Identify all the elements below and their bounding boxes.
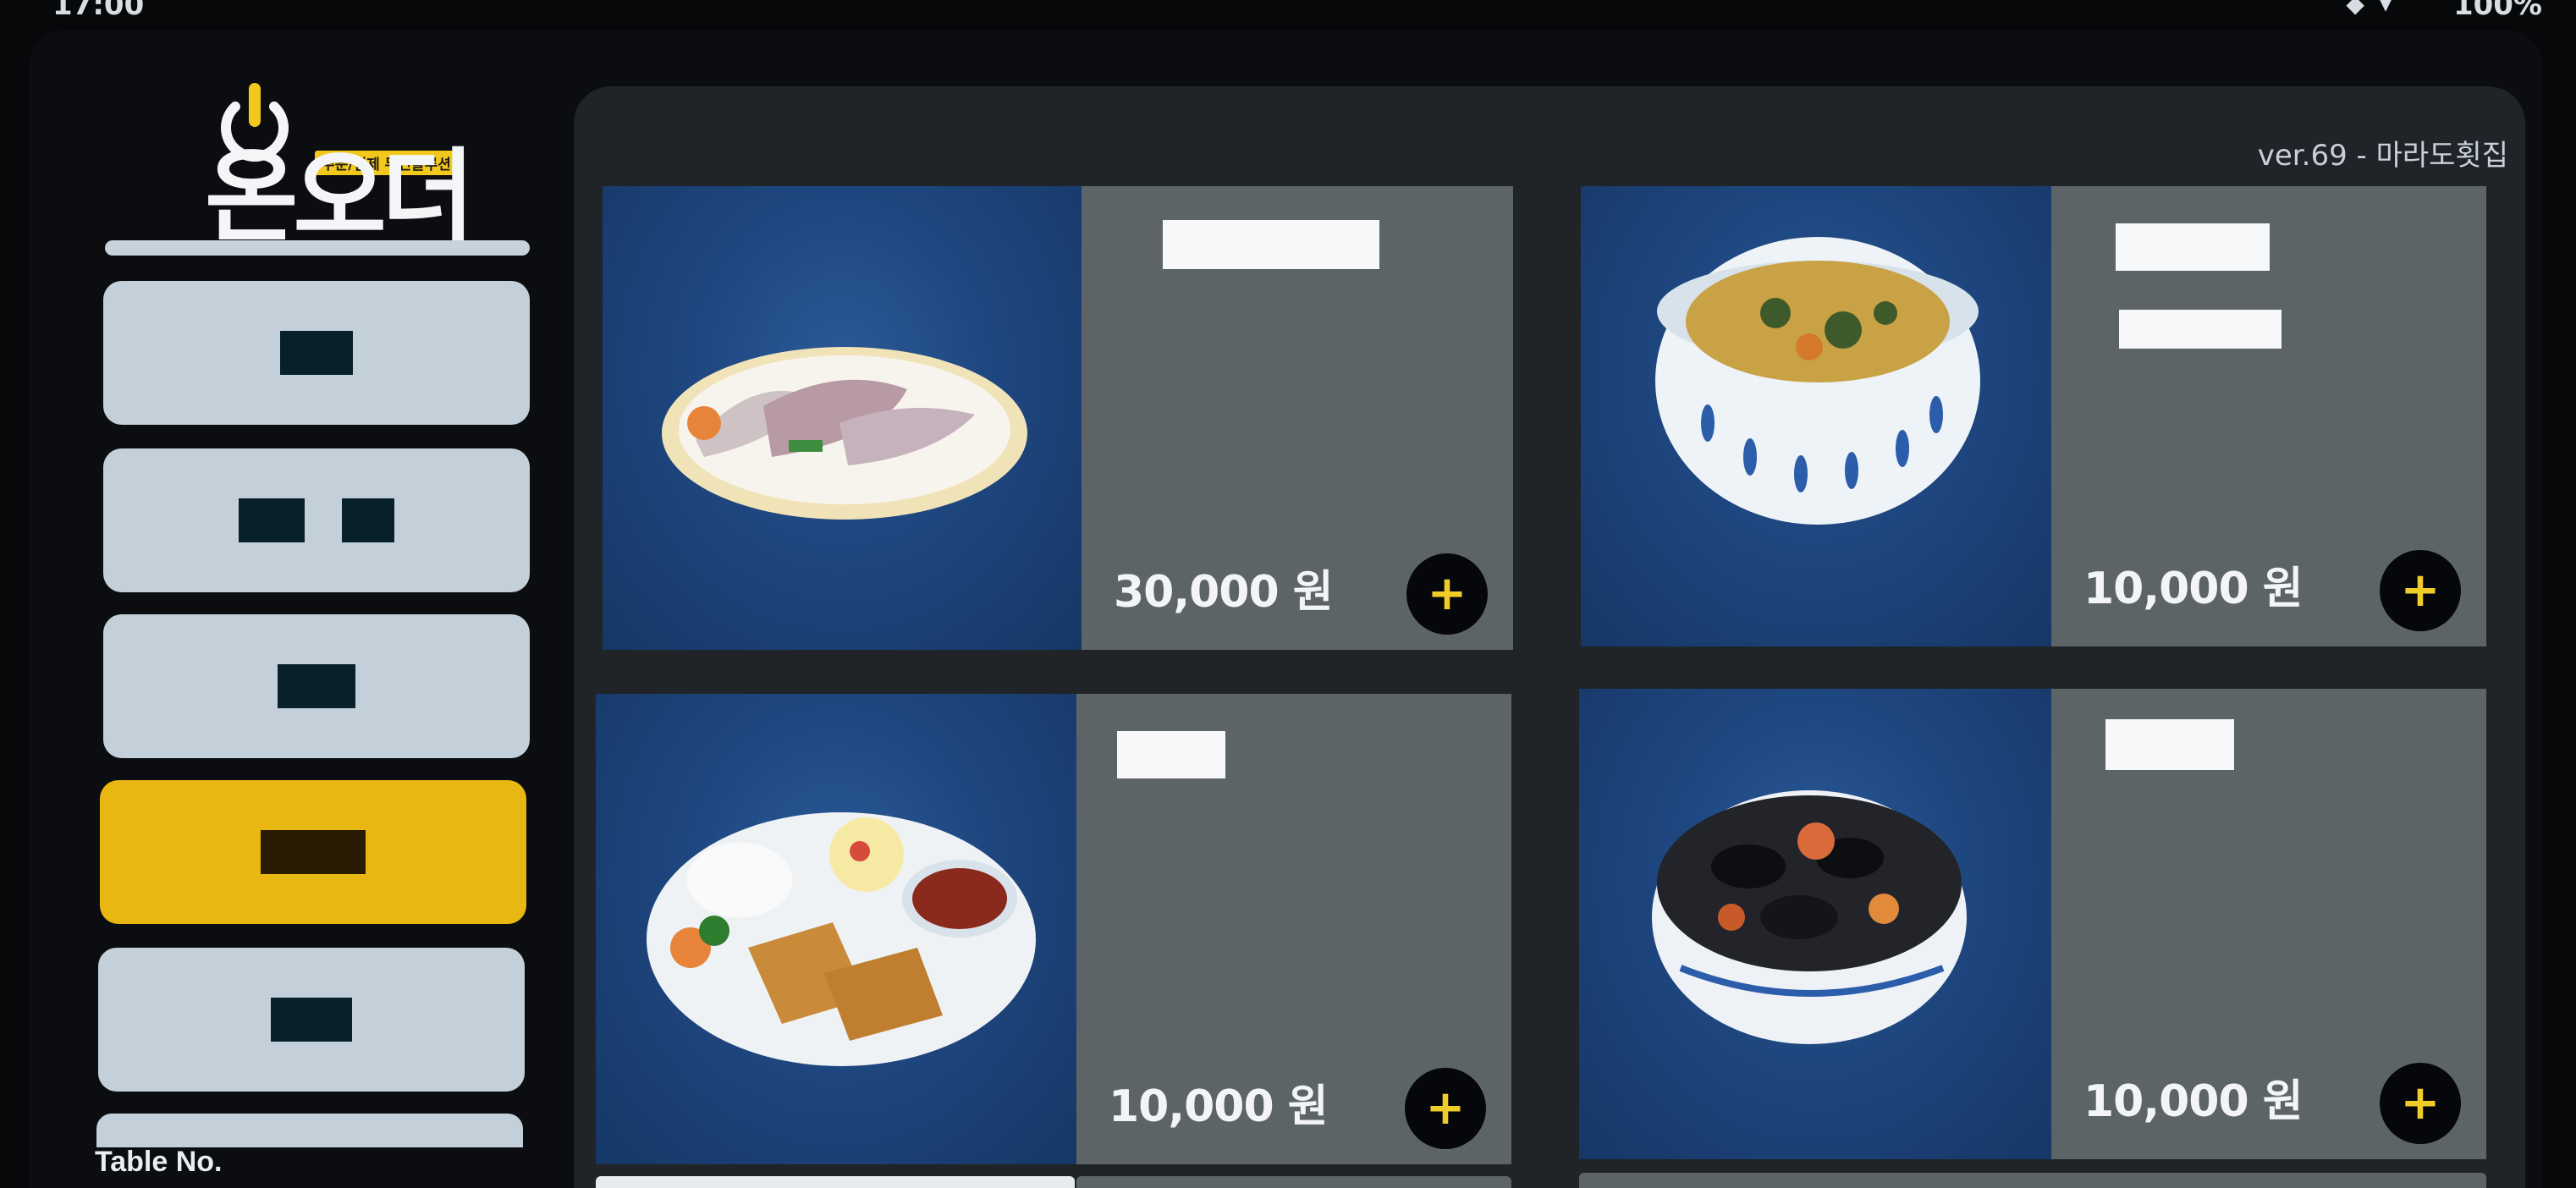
add-to-cart-button[interactable]: + [2380,550,2461,631]
food-photo [1652,790,1967,1044]
category-sidebar: 주문/결제 무인솔루션 온오더 Table No. [29,30,553,1188]
category-label-redacted [278,664,355,708]
menu-item-photo-squid-sashimi [603,186,1082,650]
category-button-5[interactable] [98,948,525,1092]
status-bar: 17:00 ◆▾ 100% [0,0,2576,25]
category-label-redacted [239,498,305,542]
menu-card-3[interactable]: 10,000 원 + [596,694,1511,1164]
menu-item-info: 30,000 원 + [1082,186,1513,650]
version-store-label: ver.69 - 마라도횟집 [2257,139,2508,173]
food-photo [662,347,1027,520]
table-number-label: Table No. [95,1146,223,1178]
category-label-redacted [271,998,352,1042]
menu-item-info: 10,000 원 + [2051,689,2486,1159]
menu-item-name-redacted [1163,220,1379,269]
menu-item-price: 10,000 원 [2083,1076,2304,1127]
food-photo [647,812,1036,1066]
category-button-3[interactable] [103,614,530,758]
food-photo [1655,237,1980,525]
category-button-1[interactable] [103,281,530,425]
category-label-redacted [280,331,353,375]
menu-card-1[interactable]: 30,000 원 + [603,186,1513,650]
add-to-cart-button[interactable]: + [1405,1068,1486,1149]
menu-item-name-redacted-2 [2119,310,2282,349]
menu-card-5-info-partial [1076,1176,1511,1188]
category-button-2[interactable] [103,448,530,592]
add-to-cart-button[interactable]: + [2380,1063,2461,1144]
menu-item-photo-pork-cutlet-plate [596,694,1076,1164]
menu-item-info: 10,000 원 + [1076,694,1511,1164]
menu-card-5-partial[interactable] [596,1176,1075,1188]
menu-item-price: 10,000 원 [1109,1081,1329,1132]
onorder-logo: 주문/결제 무인솔루션 온오더 [188,81,493,267]
logo-divider [105,240,530,256]
menu-card-2[interactable]: 10,000 원 + [1581,186,2486,646]
logo-wordmark: 온오더 [205,139,475,256]
category-label-redacted [342,498,394,542]
menu-item-photo-soup-bowl [1581,186,2051,646]
category-button-6[interactable] [96,1114,523,1147]
menu-item-name-redacted [2105,719,2234,770]
menu-item-info: 10,000 원 + [2051,186,2486,646]
menu-card-4[interactable]: 10,000 원 + [1579,689,2486,1159]
battery-level: 100% [2452,0,2542,22]
status-time: 17:00 [52,0,145,22]
category-button-4-selected[interactable] [100,780,526,924]
menu-item-price: 30,000 원 [1114,567,1334,618]
menu-item-name-redacted [1117,731,1225,778]
signal-wifi-icons: ◆▾ [2346,0,2407,18]
menu-item-photo-mussel-stew [1579,689,2051,1159]
menu-item-price: 10,000 원 [2083,564,2304,614]
menu-panel: ver.69 - 마라도횟집 30,000 원 + 10,000 원 + 10,… [574,86,2525,1188]
menu-item-name-redacted [2116,223,2270,271]
category-label-redacted [261,830,366,874]
add-to-cart-button[interactable]: + [1406,553,1488,635]
menu-card-6-partial[interactable] [1579,1173,2486,1188]
app-screen: 주문/결제 무인솔루션 온오더 Table No. ver.69 - 마라도횟집 [29,30,2542,1188]
